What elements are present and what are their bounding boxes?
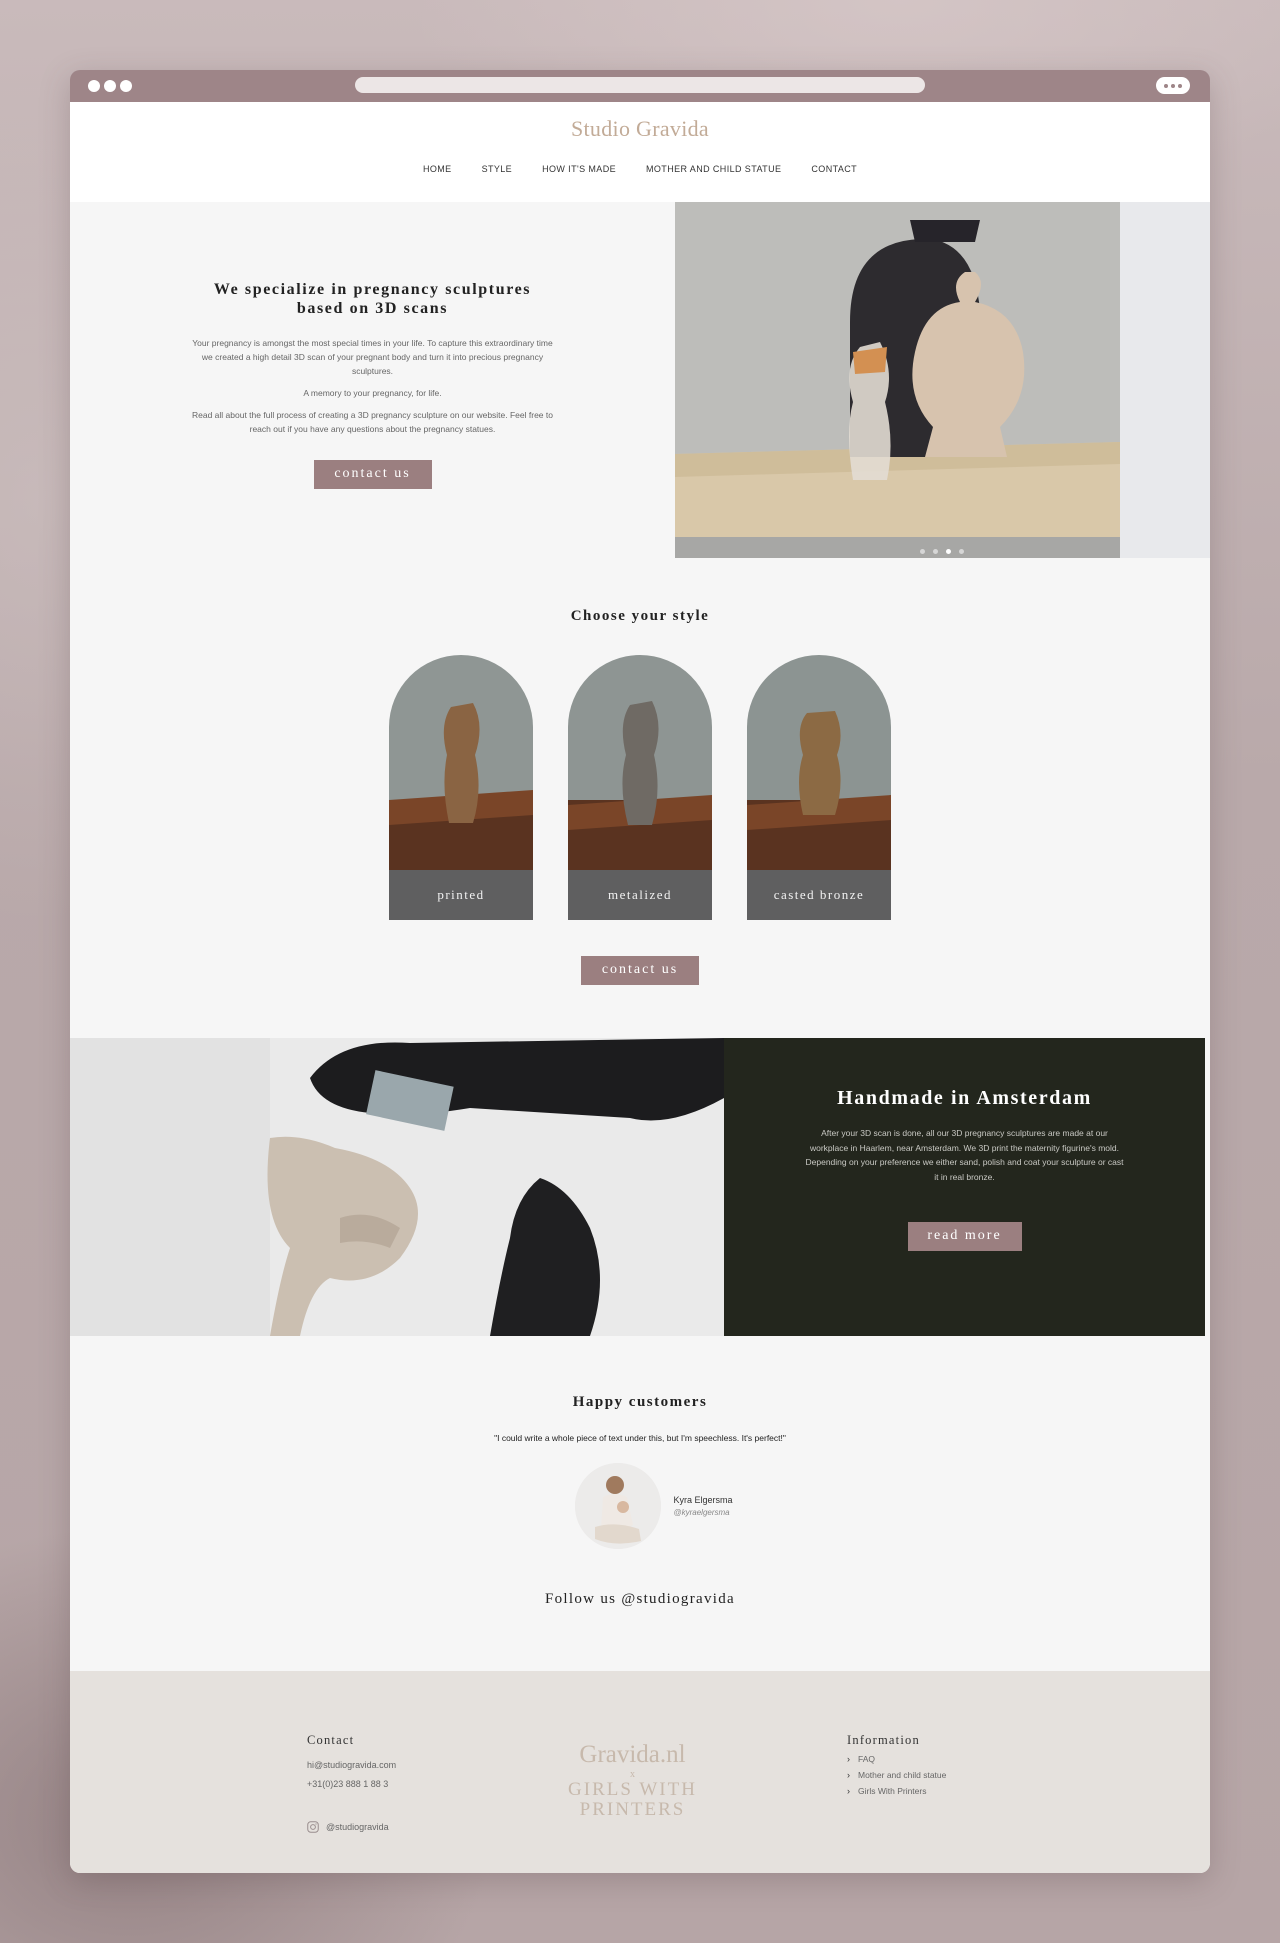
follow-instagram[interactable]: Follow us @studiogravida: [70, 1591, 1210, 1608]
address-bar[interactable]: [355, 77, 925, 93]
brand-logo[interactable]: Studio Gravida: [70, 116, 1210, 142]
footer-phone[interactable]: +31(0)23 888 1 88 3: [307, 1779, 396, 1789]
author-name: Kyra Elgersma: [673, 1495, 733, 1505]
slider-dot-active[interactable]: [946, 549, 951, 554]
site-footer: Contact hi@studiogravida.com +31(0)23 88…: [70, 1671, 1210, 1873]
chevron-right-icon: ›: [847, 1770, 850, 1780]
read-more-button[interactable]: read more: [907, 1222, 1022, 1251]
footer-info-title: Information: [847, 1733, 920, 1747]
logo-gwp: PRINTERS: [579, 1799, 686, 1820]
hero-title: We specialize in pregnancy sculptures ba…: [213, 281, 532, 317]
style-card-metalized[interactable]: metalized: [568, 655, 712, 920]
footer-link-label: FAQ: [858, 1754, 876, 1764]
style-section: Choose your style printed metalized cast…: [70, 558, 1210, 1038]
slider-dot[interactable]: [920, 549, 925, 554]
style-card-casted-bronze[interactable]: casted bronze: [747, 655, 891, 920]
hero-paragraph: A memory to your pregnancy, for life.: [303, 388, 442, 398]
footer-link-label: Mother and child statue: [858, 1770, 947, 1780]
window-dot[interactable]: [88, 80, 100, 92]
footer-link-label: Girls With Printers: [858, 1786, 927, 1796]
hero-section: We specialize in pregnancy sculptures ba…: [70, 202, 1210, 558]
logo-gravida: Gravida.nl: [579, 1741, 686, 1768]
testimonial-quote: "I could write a whole piece of text und…: [494, 1433, 786, 1443]
site-header: Studio Gravida HOME STYLE HOW IT'S MADE …: [70, 102, 1210, 202]
style-cards: printed metalized casted bronze: [70, 655, 1210, 920]
slider-dot[interactable]: [933, 549, 938, 554]
partner-logo[interactable]: Gravida.nl x GIRLS WITH PRINTERS: [565, 1741, 700, 1820]
author-info: Kyra Elgersma @kyraelgersma: [673, 1495, 732, 1517]
style-image: [568, 655, 712, 870]
browser-window: Studio Gravida HOME STYLE HOW IT'S MADE …: [70, 70, 1210, 1873]
testimonials-title: Happy customers: [572, 1394, 708, 1410]
hero-paragraph: Your pregnancy is amongst the most speci…: [192, 338, 553, 376]
style-label: casted bronze: [747, 870, 891, 920]
nav-home[interactable]: HOME: [423, 164, 452, 174]
hero-paragraph: Read all about the full process of creat…: [192, 410, 553, 434]
hero-text: We specialize in pregnancy sculptures ba…: [70, 202, 675, 558]
style-contact-button[interactable]: contact us: [581, 956, 699, 985]
instagram-handle: @studiogravida: [326, 1822, 389, 1832]
chevron-right-icon: ›: [847, 1786, 850, 1796]
hero-image: [675, 202, 1210, 558]
window-dot[interactable]: [120, 80, 132, 92]
nav-contact[interactable]: CONTACT: [811, 164, 857, 174]
footer-link-faq[interactable]: › FAQ: [847, 1754, 946, 1764]
main-nav: HOME STYLE HOW IT'S MADE MOTHER AND CHIL…: [70, 164, 1210, 174]
footer-link-mother-child[interactable]: › Mother and child statue: [847, 1770, 946, 1780]
style-image: [747, 655, 891, 870]
hero-contact-button[interactable]: contact us: [313, 460, 432, 489]
author-handle[interactable]: @kyraelgersma: [673, 1508, 732, 1517]
handmade-title: Handmade in Amsterdam: [837, 1087, 1092, 1109]
footer-link-gwp[interactable]: › Girls With Printers: [847, 1786, 946, 1796]
style-title: Choose your style: [570, 608, 710, 624]
instagram-icon: [307, 1821, 319, 1833]
handmade-image: [70, 1038, 724, 1336]
logo-gwp: GIRLS WITH: [568, 1779, 697, 1800]
style-label: printed: [389, 870, 533, 920]
footer-information: Information › FAQ › Mother and child statu…: [847, 1733, 946, 1796]
web-page: Studio Gravida HOME STYLE HOW IT'S MADE …: [70, 102, 1210, 1873]
footer-instagram[interactable]: @studiogravida: [307, 1821, 396, 1833]
window-dot[interactable]: [104, 80, 116, 92]
nav-style[interactable]: STYLE: [482, 164, 513, 174]
footer-info-links: › FAQ › Mother and child statue › Girls Wit…: [847, 1754, 946, 1796]
handmade-section: Handmade in Amsterdam After your 3D scan…: [70, 1038, 1210, 1336]
nav-mother-and-child[interactable]: MOTHER AND CHILD STATUE: [646, 164, 781, 174]
chevron-right-icon: ›: [847, 1754, 850, 1764]
more-menu-icon[interactable]: [1156, 77, 1190, 94]
handmade-paragraph: After your 3D scan is done, all our 3D p…: [805, 1128, 1124, 1182]
slider-dots: [920, 549, 964, 554]
window-controls: [88, 80, 132, 92]
handmade-text: Handmade in Amsterdam After your 3D scan…: [724, 1038, 1205, 1336]
footer-contact-title: Contact: [307, 1733, 355, 1747]
browser-chrome: [70, 70, 1210, 102]
testimonial-author: Kyra Elgersma @kyraelgersma: [98, 1463, 1210, 1549]
avatar: [575, 1463, 662, 1549]
style-image: [389, 655, 533, 870]
style-label: metalized: [568, 870, 712, 920]
nav-how-its-made[interactable]: HOW IT'S MADE: [542, 164, 616, 174]
style-card-printed[interactable]: printed: [389, 655, 533, 920]
slider-dot[interactable]: [959, 549, 964, 554]
testimonials-section: Happy customers "I could write a whole p…: [70, 1336, 1210, 1671]
footer-email[interactable]: hi@studiogravida.com: [307, 1760, 396, 1770]
hero-slider[interactable]: [675, 202, 1210, 558]
footer-contact: Contact hi@studiogravida.com +31(0)23 88…: [307, 1733, 396, 1833]
